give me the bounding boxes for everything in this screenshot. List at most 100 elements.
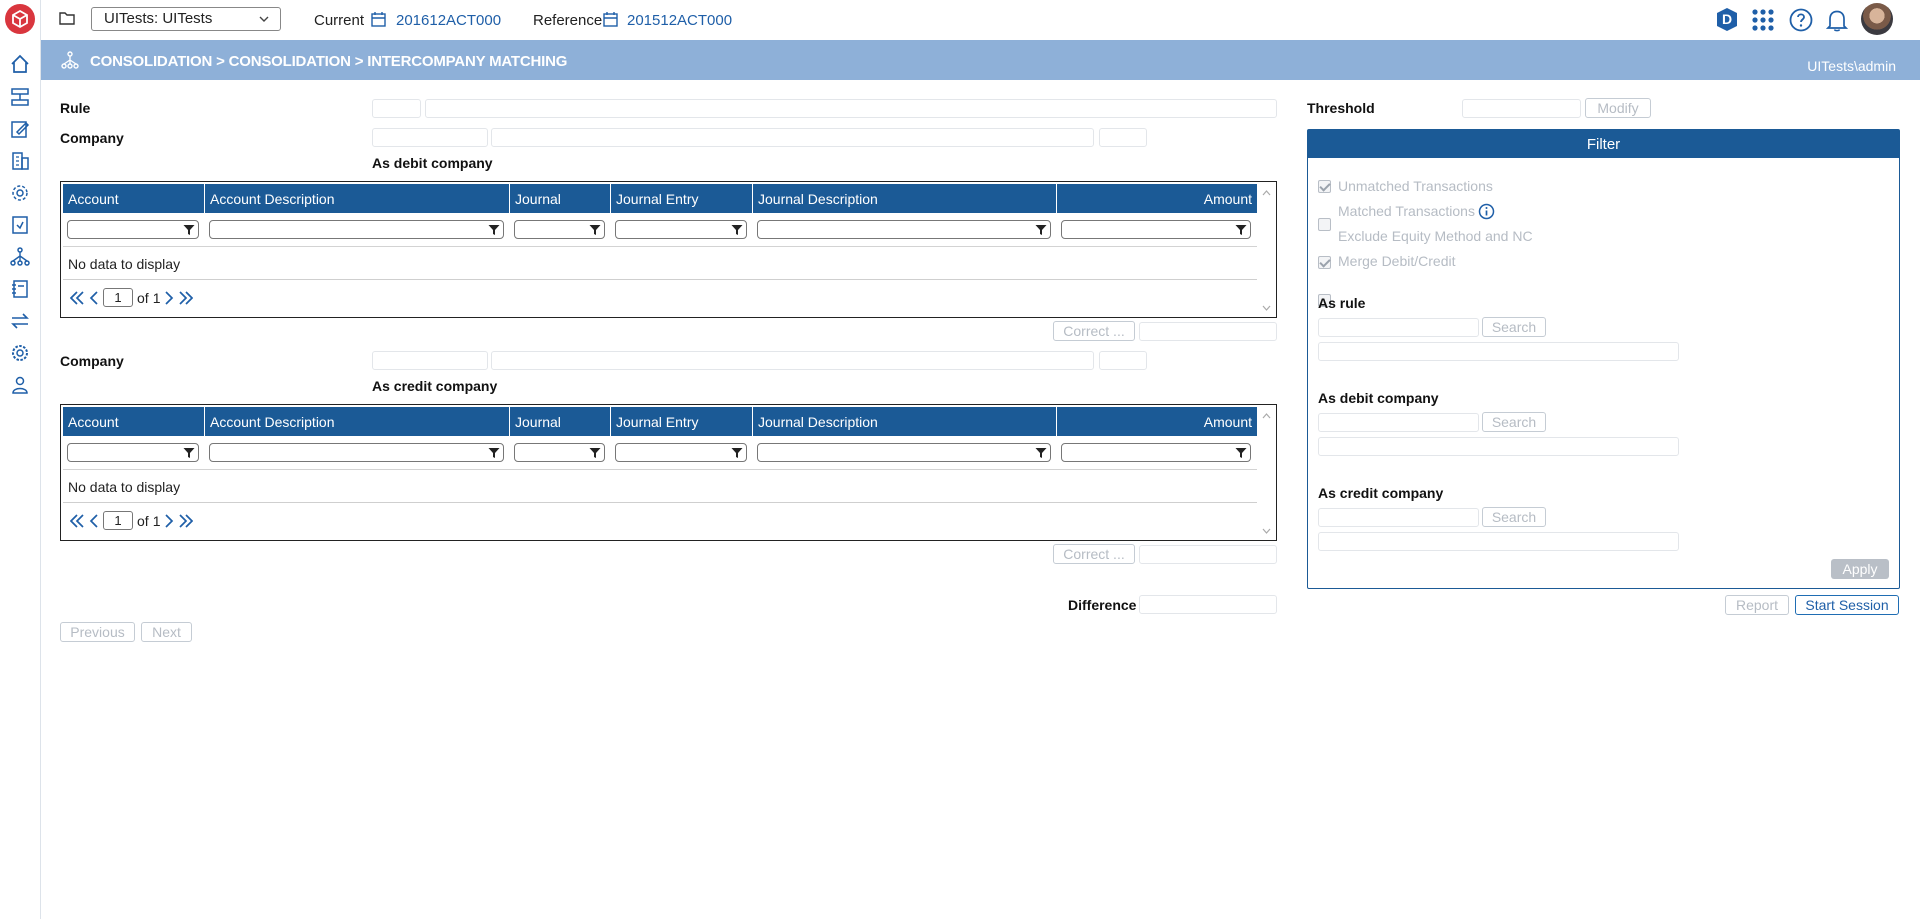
current-calendar-icon[interactable] xyxy=(371,11,386,30)
correct-debit-button[interactable]: Correct ... xyxy=(1053,321,1135,341)
rule-description-input[interactable] xyxy=(425,99,1277,118)
page-number-input[interactable]: 1 xyxy=(103,511,133,530)
notifications-bell-icon[interactable] xyxy=(1825,8,1849,35)
threshold-input[interactable] xyxy=(1462,99,1581,118)
rule-label: Rule xyxy=(60,100,91,116)
current-period-link[interactable]: 201612ACT000 xyxy=(396,12,501,29)
grid-vertical-scrollbar[interactable] xyxy=(1259,407,1274,538)
journal-entry-filter-input[interactable] xyxy=(615,220,747,239)
column-header-journal[interactable]: Journal xyxy=(510,407,611,436)
as-debit-result-input[interactable] xyxy=(1318,437,1679,456)
journal-description-filter-input[interactable] xyxy=(757,220,1051,239)
debit-company-name-input[interactable] xyxy=(491,128,1094,147)
user-admin-icon[interactable] xyxy=(9,374,31,396)
home-icon[interactable] xyxy=(9,53,31,75)
logged-user: UITests\admin xyxy=(1807,58,1896,74)
column-header-account[interactable]: Account xyxy=(63,407,205,436)
account-description-filter-input[interactable] xyxy=(209,220,504,239)
as-credit-search-button[interactable]: Search xyxy=(1482,507,1546,527)
difference-input[interactable] xyxy=(1139,595,1277,614)
account-filter-input[interactable] xyxy=(67,220,199,239)
total-pages: 1 xyxy=(152,512,161,529)
hierarchy-icon[interactable] xyxy=(9,246,31,268)
column-header-journal-description[interactable]: Journal Description xyxy=(753,407,1057,436)
folder-icon[interactable] xyxy=(59,11,76,29)
as-rule-result-input[interactable] xyxy=(1318,342,1679,361)
next-button[interactable]: Next xyxy=(141,622,192,642)
help-icon[interactable] xyxy=(1789,8,1813,35)
report-icon[interactable] xyxy=(9,214,31,236)
next-page-icon[interactable] xyxy=(164,513,174,528)
as-debit-search-input[interactable] xyxy=(1318,413,1479,432)
credit-company-code-input[interactable] xyxy=(372,351,488,370)
page-number-input[interactable]: 1 xyxy=(103,288,133,307)
reference-calendar-icon[interactable] xyxy=(603,11,618,30)
journal-description-filter-input[interactable] xyxy=(757,443,1051,462)
credit-company-name-input[interactable] xyxy=(491,351,1094,370)
as-debit-search-button[interactable]: Search xyxy=(1482,412,1546,432)
modify-button[interactable]: Modify xyxy=(1585,98,1651,118)
next-page-icon[interactable] xyxy=(164,290,174,305)
unmatched-transactions-checkbox[interactable] xyxy=(1318,180,1331,193)
previous-button[interactable]: Previous xyxy=(60,622,135,642)
settings-gear-icon[interactable] xyxy=(9,342,31,364)
credit-company-extra-input[interactable] xyxy=(1099,351,1147,370)
debit-company-extra-input[interactable] xyxy=(1099,128,1147,147)
column-header-account-description[interactable]: Account Description xyxy=(205,184,510,213)
report-button[interactable]: Report xyxy=(1725,595,1789,615)
as-credit-result-input[interactable] xyxy=(1318,532,1679,551)
building-icon[interactable] xyxy=(9,150,31,172)
column-header-journal[interactable]: Journal xyxy=(510,184,611,213)
journal-filter-input[interactable] xyxy=(514,443,605,462)
dataset-select[interactable]: UITests: UITests xyxy=(91,7,281,31)
first-page-icon[interactable] xyxy=(70,513,85,528)
info-icon[interactable] xyxy=(1478,203,1495,223)
last-page-icon[interactable] xyxy=(178,513,194,528)
column-header-journal-entry[interactable]: Journal Entry xyxy=(611,407,753,436)
column-header-account[interactable]: Account xyxy=(63,184,205,213)
workflow-icon[interactable] xyxy=(9,86,31,108)
global-settings-icon[interactable] xyxy=(9,182,31,204)
journal-filter-input[interactable] xyxy=(514,220,605,239)
user-badge-icon[interactable]: D xyxy=(1716,7,1738,32)
as-rule-label: As rule xyxy=(1318,295,1366,311)
filter-funnel-icon xyxy=(731,448,743,458)
edit-form-icon[interactable] xyxy=(9,118,31,140)
apps-grid-icon[interactable] xyxy=(1751,8,1775,35)
credit-total-input[interactable] xyxy=(1139,545,1277,564)
page-of-label: of xyxy=(137,289,149,306)
account-filter-input[interactable] xyxy=(67,443,199,462)
apply-button[interactable]: Apply xyxy=(1831,559,1889,579)
column-header-journal-description[interactable]: Journal Description xyxy=(753,184,1057,213)
reference-period-link[interactable]: 201512ACT000 xyxy=(627,12,732,29)
grid-vertical-scrollbar[interactable] xyxy=(1259,184,1274,315)
start-session-button[interactable]: Start Session xyxy=(1795,595,1899,615)
correct-credit-button[interactable]: Correct ... xyxy=(1053,544,1135,564)
journal-entry-filter-input[interactable] xyxy=(615,443,747,462)
debit-total-input[interactable] xyxy=(1139,322,1277,341)
filter-funnel-icon xyxy=(1235,225,1247,235)
amount-filter-input[interactable] xyxy=(1061,220,1251,239)
previous-page-icon[interactable] xyxy=(89,290,99,305)
matched-transactions-checkbox[interactable] xyxy=(1318,218,1331,231)
column-header-account-description[interactable]: Account Description xyxy=(205,407,510,436)
last-page-icon[interactable] xyxy=(178,290,194,305)
exclude-equity-checkbox[interactable] xyxy=(1318,256,1331,269)
previous-page-icon[interactable] xyxy=(89,513,99,528)
column-header-amount[interactable]: Amount xyxy=(1057,184,1257,213)
app-logo-icon[interactable] xyxy=(5,4,35,34)
column-header-amount[interactable]: Amount xyxy=(1057,407,1257,436)
first-page-icon[interactable] xyxy=(70,290,85,305)
transfer-icon[interactable] xyxy=(9,310,31,332)
avatar[interactable] xyxy=(1861,3,1893,35)
as-rule-search-button[interactable]: Search xyxy=(1482,317,1546,337)
rule-code-input[interactable] xyxy=(372,99,421,118)
as-rule-search-input[interactable] xyxy=(1318,318,1479,337)
as-credit-search-input[interactable] xyxy=(1318,508,1479,527)
debit-company-code-input[interactable] xyxy=(372,128,488,147)
credit-transactions-grid: Account Account Description Journal Jour… xyxy=(60,404,1277,541)
amount-filter-input[interactable] xyxy=(1061,443,1251,462)
account-description-filter-input[interactable] xyxy=(209,443,504,462)
journal-book-icon[interactable] xyxy=(9,278,31,300)
column-header-journal-entry[interactable]: Journal Entry xyxy=(611,184,753,213)
